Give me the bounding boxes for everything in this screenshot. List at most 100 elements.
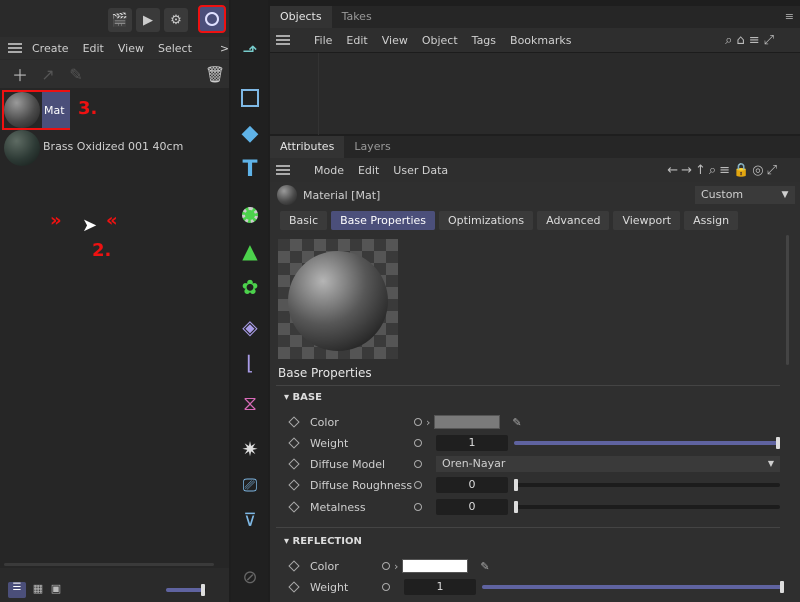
keyframe-icon[interactable]	[288, 416, 300, 428]
horizontal-scrollbar[interactable]	[4, 563, 214, 566]
field-icon[interactable]: ⧖	[235, 388, 265, 418]
keyframe-icon[interactable]	[288, 458, 300, 470]
bend-icon[interactable]: ⌊	[235, 348, 265, 378]
chevron-down-icon[interactable]: ▼	[775, 186, 795, 204]
ptab-advanced[interactable]: Advanced	[537, 211, 610, 230]
trash-icon[interactable]: 🗑	[203, 62, 227, 86]
tab-layers[interactable]: Layers	[344, 136, 400, 158]
material-item-mat[interactable]: Mat	[2, 90, 70, 130]
cloner-icon[interactable]	[235, 200, 265, 230]
eyedropper-icon[interactable]: ✎	[480, 560, 489, 573]
rectangle-spline-icon[interactable]	[235, 83, 265, 113]
chevron-right-icon[interactable]: ›	[426, 416, 430, 429]
move-tool-icon[interactable]: ⬏	[235, 36, 265, 66]
animate-icon[interactable]	[414, 503, 422, 511]
menu-user-data[interactable]: User Data	[393, 164, 448, 177]
metalness-slider[interactable]	[514, 501, 780, 513]
material-preview-sphere	[4, 130, 40, 166]
panel-menu-icon[interactable]: ≡	[785, 10, 794, 23]
color-swatch[interactable]	[434, 415, 501, 429]
ptab-assign[interactable]: Assign	[684, 211, 739, 230]
add-icon[interactable]: ＋	[8, 62, 32, 86]
eyedropper-icon[interactable]: ✎	[512, 416, 521, 429]
ptab-optimizations[interactable]: Optimizations	[439, 211, 534, 230]
material-manager-button[interactable]	[198, 5, 226, 33]
render-settings-icon[interactable]: ⚙	[164, 8, 188, 32]
deformer-icon[interactable]: ◈	[235, 312, 265, 342]
large-view-icon[interactable]: ▣	[48, 582, 64, 598]
vertical-scrollbar[interactable]	[786, 235, 789, 365]
animate-icon[interactable]	[382, 583, 390, 591]
preset-dropdown[interactable]: Custom	[695, 186, 775, 204]
material-tools: ＋ ↗ ✎ 🗑	[0, 60, 229, 88]
ptab-base-properties[interactable]: Base Properties	[331, 211, 435, 230]
animate-icon[interactable]	[382, 562, 390, 570]
menu-edit[interactable]: Edit	[83, 42, 104, 55]
icon-size-slider[interactable]	[166, 584, 206, 596]
reflection-weight-slider[interactable]	[482, 581, 784, 593]
color-swatch[interactable]	[402, 559, 469, 573]
tab-attributes[interactable]: Attributes	[270, 136, 345, 158]
menu-mode[interactable]: Mode	[314, 164, 344, 177]
menu-more[interactable]: >	[220, 42, 229, 55]
effector-icon[interactable]: ✿	[235, 272, 265, 302]
keyframe-icon[interactable]	[288, 479, 300, 491]
material-menu: Create Edit View Select >	[0, 37, 229, 59]
menu-file[interactable]: File	[314, 34, 332, 47]
menu-view[interactable]: View	[382, 34, 408, 47]
keyframe-icon[interactable]	[288, 581, 300, 593]
objects-list	[270, 52, 800, 135]
roughness-field[interactable]: 0	[436, 477, 508, 493]
weight-field[interactable]: 1	[436, 435, 508, 451]
menu-create[interactable]: Create	[32, 42, 69, 55]
menu-select[interactable]: Select	[158, 42, 192, 55]
section-base[interactable]: ▾ BASE	[284, 392, 322, 403]
metalness-field[interactable]: 0	[436, 499, 508, 515]
ptab-viewport[interactable]: Viewport	[613, 211, 681, 230]
text-icon[interactable]: T	[235, 154, 265, 184]
tab-objects[interactable]: Objects	[270, 6, 332, 28]
chevron-right-icon[interactable]: ›	[394, 560, 398, 573]
nav-lock-icons[interactable]: ←→↑⌕≡🔒◎⤢	[667, 163, 780, 178]
keyframe-icon[interactable]	[288, 437, 300, 449]
animate-icon[interactable]	[414, 460, 422, 468]
hamburger-icon[interactable]	[276, 165, 290, 175]
menu-tags[interactable]: Tags	[472, 34, 496, 47]
clapper-icon[interactable]: 🎬	[108, 8, 132, 32]
menu-edit[interactable]: Edit	[346, 34, 367, 47]
animate-icon[interactable]	[414, 439, 422, 447]
section-reflection[interactable]: ▾ REFLECTION	[284, 536, 362, 547]
material-item-brass[interactable]: Brass Oxidized 001 40cm	[4, 130, 224, 166]
tab-takes[interactable]: Takes	[332, 6, 382, 28]
view-mode-bar: ☰ ▦ ▣	[0, 577, 229, 602]
weight-slider[interactable]	[514, 437, 780, 449]
keyframe-icon[interactable]	[288, 560, 300, 572]
light-icon[interactable]: ✷	[235, 434, 265, 464]
search-home-filter-icons[interactable]: ⌕⌂≡⤢	[725, 33, 778, 48]
animate-icon[interactable]	[414, 481, 422, 489]
grid-view-icon[interactable]: ▦	[30, 582, 46, 598]
arrow-icon[interactable]: ↗	[36, 62, 60, 86]
animate-icon[interactable]	[414, 418, 422, 426]
ptab-basic[interactable]: Basic	[280, 211, 328, 230]
material-preview-image	[278, 239, 398, 359]
eyedropper-icon[interactable]: ✎	[64, 62, 88, 86]
reflection-weight-field[interactable]: 1	[404, 579, 476, 595]
menu-bookmarks[interactable]: Bookmarks	[510, 34, 571, 47]
menu-view[interactable]: View	[118, 42, 144, 55]
hamburger-icon[interactable]	[276, 35, 290, 45]
keyframe-icon[interactable]	[288, 501, 300, 513]
camera-icon[interactable]: ⎚	[235, 470, 265, 500]
roughness-slider[interactable]	[514, 479, 780, 491]
mograph-icon[interactable]: ▲	[235, 236, 265, 266]
menu-object[interactable]: Object	[422, 34, 458, 47]
disabled-tool-icon: ⊘	[242, 566, 258, 588]
objects-tabs: Objects Takes ≡	[270, 6, 800, 28]
play-icon[interactable]: ▶	[136, 8, 160, 32]
cube-icon[interactable]: ◆	[235, 118, 265, 148]
menu-edit[interactable]: Edit	[358, 164, 379, 177]
material-preview-sphere	[4, 92, 40, 128]
floor-icon[interactable]: ⊽	[235, 505, 265, 535]
list-view-icon[interactable]: ☰	[8, 581, 26, 598]
diffuse-model-dropdown[interactable]: Oren-Nayar ▼	[436, 456, 780, 472]
